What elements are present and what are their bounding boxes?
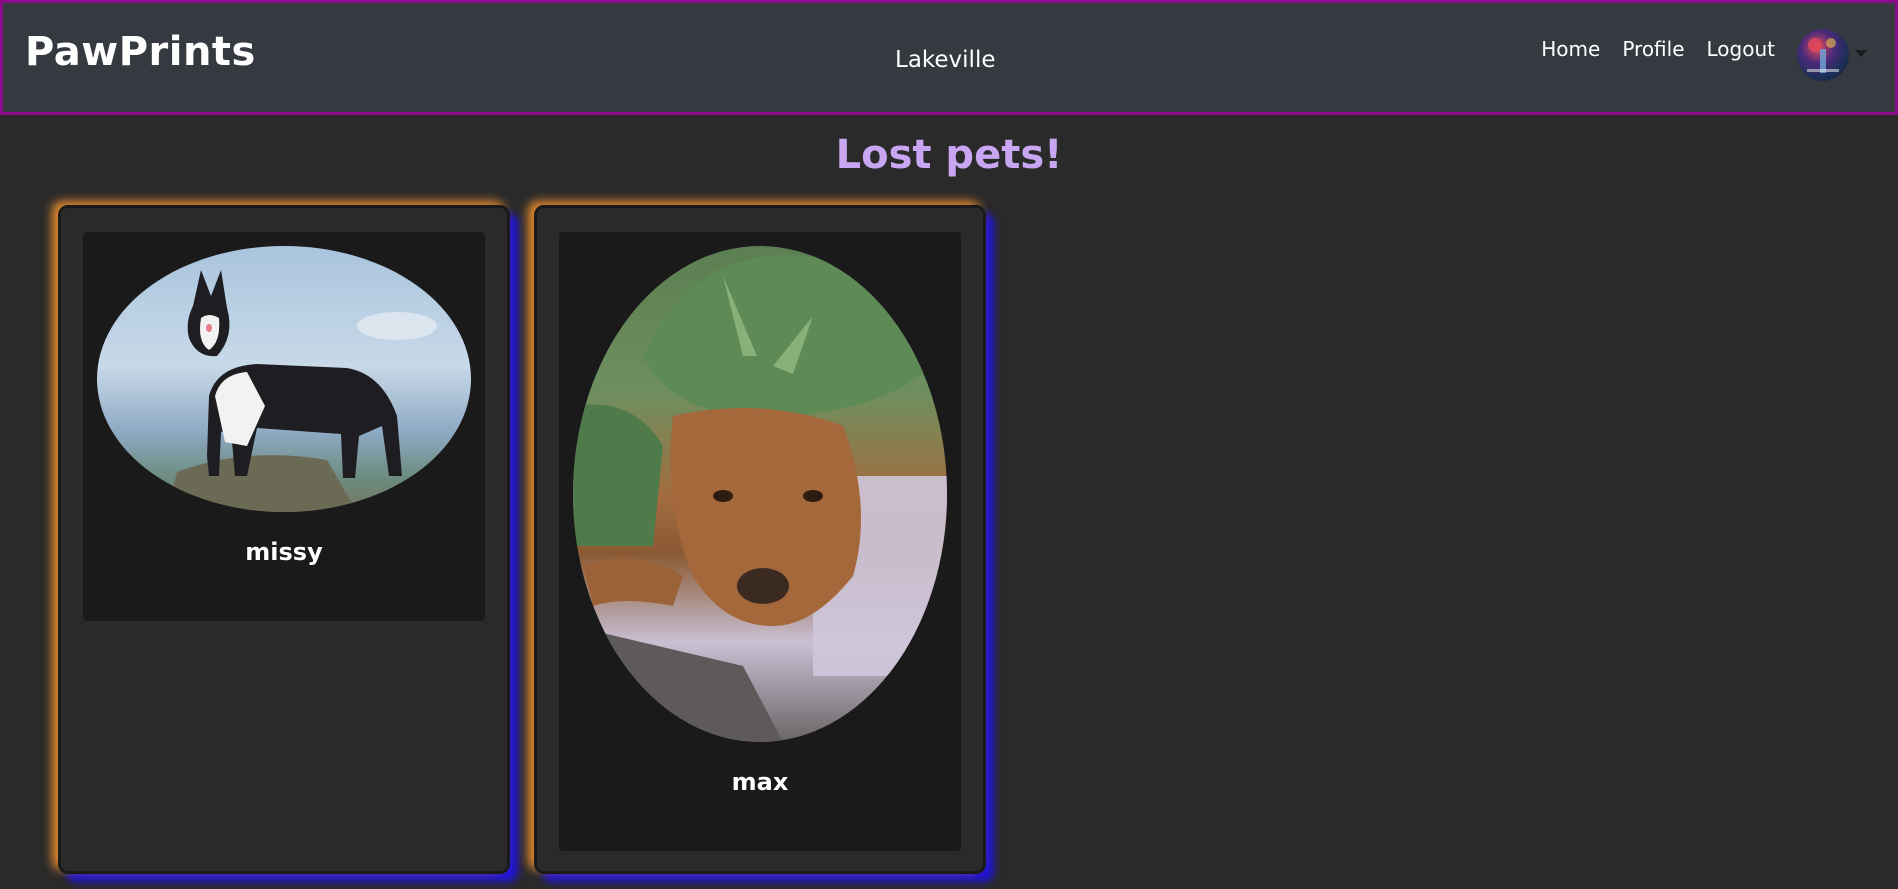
nav-profile-link[interactable]: Profile bbox=[1622, 37, 1684, 61]
user-avatar[interactable] bbox=[1797, 29, 1849, 81]
husky-dog-image bbox=[167, 270, 437, 512]
pet-card-missy[interactable]: missy bbox=[58, 205, 510, 874]
pet-photo-max[interactable] bbox=[573, 246, 947, 742]
pet-name-max[interactable]: max bbox=[559, 768, 961, 796]
dog-dinosaur-costume-image bbox=[573, 255, 947, 742]
page-title: Lost pets! bbox=[835, 132, 1063, 178]
nav-home-link[interactable]: Home bbox=[1541, 37, 1600, 61]
pet-photo-missy[interactable] bbox=[97, 246, 471, 512]
chevron-down-icon[interactable] bbox=[1855, 50, 1867, 57]
brand-logo[interactable]: PawPrints bbox=[25, 29, 256, 75]
city-label: Lakeville bbox=[895, 47, 996, 73]
nav-links: Home Profile Logout bbox=[1541, 37, 1775, 61]
avatar-image-icon bbox=[1807, 38, 1839, 73]
pet-card-body: max bbox=[559, 232, 961, 851]
pet-card-max[interactable]: max bbox=[534, 205, 986, 874]
pet-name-missy[interactable]: missy bbox=[83, 538, 485, 566]
pet-card-body: missy bbox=[83, 232, 485, 621]
navbar: PawPrints Lakeville Home Profile Logout bbox=[0, 0, 1898, 115]
nav-logout-link[interactable]: Logout bbox=[1707, 37, 1775, 61]
